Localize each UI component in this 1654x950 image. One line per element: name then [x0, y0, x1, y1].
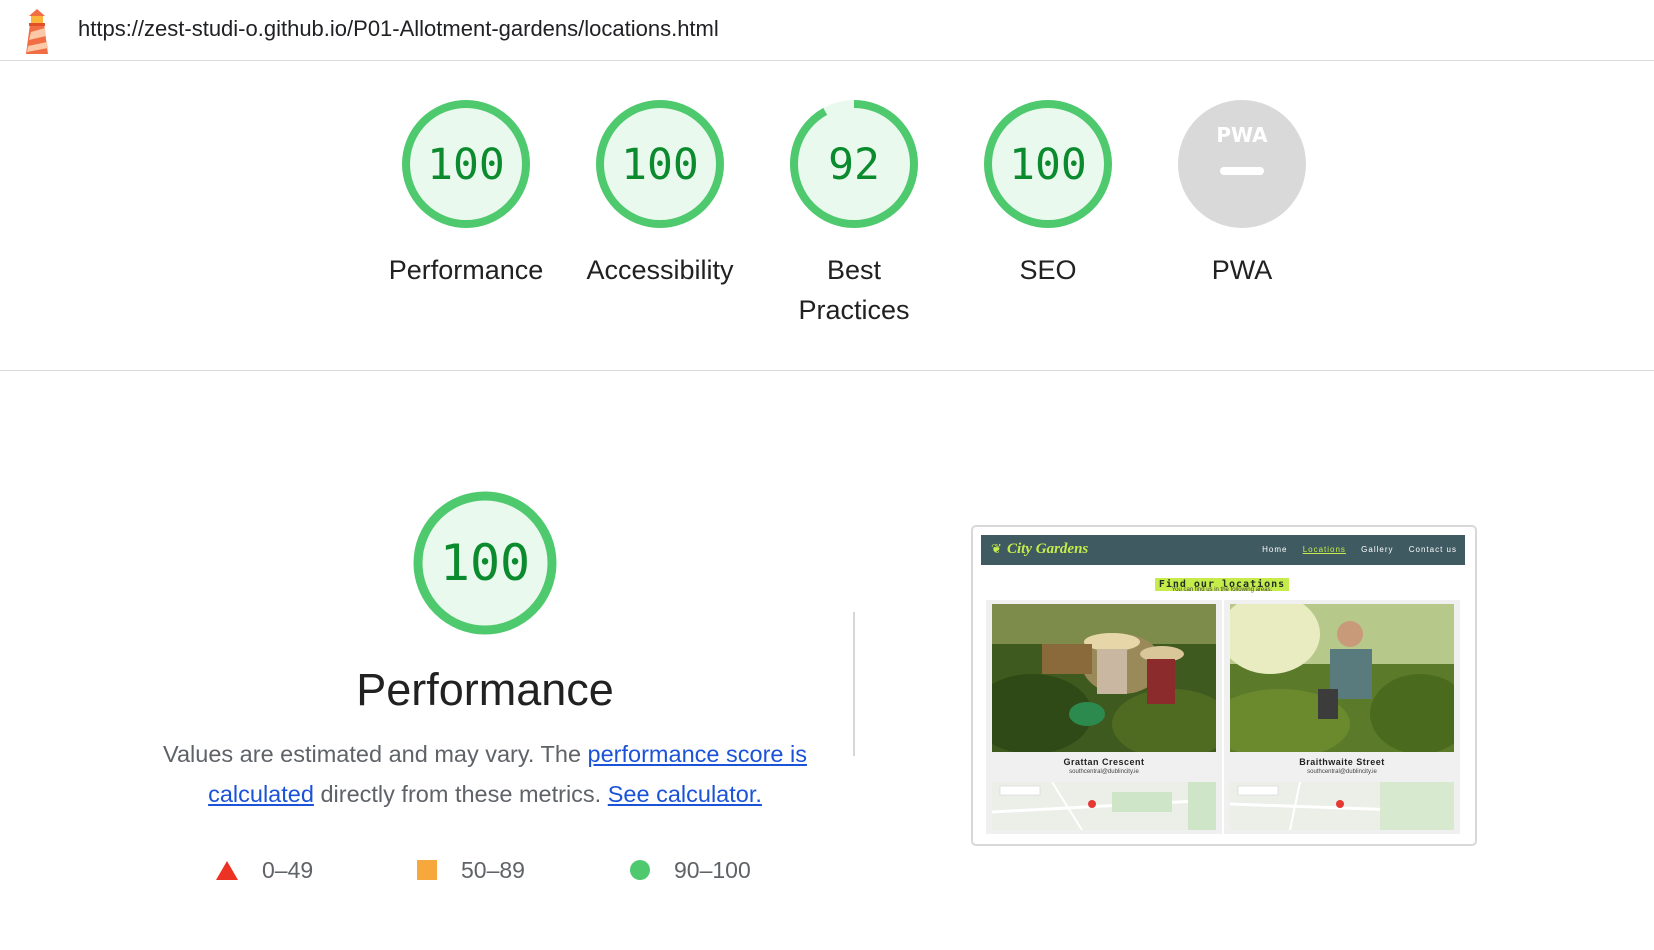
performance-description: Values are estimated and may vary. The p… — [163, 741, 807, 807]
score-ring: 92 — [790, 100, 918, 228]
gauge-best-practices[interactable]: 92 Best Practices — [757, 98, 951, 330]
nav-contact: Contact us — [1408, 545, 1457, 554]
pwa-badge: PWA — [1178, 100, 1306, 228]
location-map — [992, 782, 1216, 830]
performance-gauge: 100 — [413, 491, 557, 635]
location-card: Braithwaite Street southcentral@dublinci… — [1224, 600, 1460, 834]
lighthouse-icon — [26, 9, 48, 54]
pwa-badge-text: PWA — [1216, 123, 1268, 147]
site-subheading: You can find us in the following areas: — [1171, 587, 1273, 593]
legend-average: 50–89 — [417, 852, 525, 888]
legend-range: 50–89 — [461, 856, 525, 883]
gauge-label: PWA — [1211, 255, 1273, 285]
site-nav-links: Home Locations Gallery Contact us — [1250, 545, 1457, 554]
location-map — [1230, 782, 1454, 830]
location-card: Grattan Crescent southcentral@dublincity… — [986, 600, 1222, 834]
legend-range: 90–100 — [674, 856, 751, 883]
legend-pass: 90–100 — [630, 852, 751, 888]
section-divider — [853, 612, 855, 756]
pwa-dash-icon — [1220, 167, 1264, 175]
score-value: 92 — [828, 140, 880, 190]
score-value: 100 — [440, 534, 530, 592]
nav-gallery: Gallery — [1361, 545, 1394, 554]
location-name: Grattan Crescent — [1063, 757, 1145, 767]
gauge-label: SEO — [1019, 255, 1077, 285]
nav-locations: Locations — [1302, 545, 1346, 554]
see-calculator-link[interactable]: See calculator. — [608, 781, 762, 807]
red-triangle-icon — [216, 860, 238, 880]
score-legend: 0–49 50–89 90–100 — [200, 852, 800, 892]
site-brand: City Gardens — [1007, 541, 1089, 557]
score-value: 100 — [1009, 140, 1087, 190]
gauge-label: Accessibility — [586, 255, 734, 285]
gauge-label: Performance — [388, 255, 544, 285]
final-screenshot[interactable]: ❦ City Gardens Home Locations Gallery Co… — [971, 525, 1477, 846]
page-url[interactable]: https://zest-studi-o.github.io/P01-Allot… — [78, 16, 719, 42]
orange-square-icon — [417, 860, 437, 880]
score-ring: 100 — [596, 100, 724, 228]
location-name: Braithwaite Street — [1299, 757, 1385, 767]
site-navbar: ❦ City Gardens Home Locations Gallery Co… — [981, 535, 1465, 565]
legend-fail: 0–49 — [216, 852, 313, 888]
nav-home: Home — [1262, 545, 1288, 554]
green-circle-icon — [630, 860, 650, 880]
location-email: southcentral@dublincity.ie — [1069, 769, 1139, 775]
score-ring: 100 — [402, 100, 530, 228]
legend-range: 0–49 — [262, 856, 314, 883]
garden-photo — [1230, 604, 1454, 752]
gauge-accessibility[interactable]: 100 Accessibility — [563, 98, 757, 290]
gauge-seo[interactable]: 100 SEO — [951, 98, 1145, 290]
performance-title: Performance — [356, 664, 614, 715]
score-value: 100 — [427, 140, 505, 190]
gauge-performance[interactable]: 100 Performance — [369, 98, 563, 290]
garden-photo — [992, 604, 1216, 752]
score-ring: 100 — [984, 100, 1112, 228]
score-value: 100 — [621, 140, 699, 190]
report-header: https://zest-studi-o.github.io/P01-Allot… — [0, 0, 1654, 61]
category-gauges: 100 Performance 100 Accessibility 92 Bes… — [0, 60, 1654, 371]
gauge-pwa[interactable]: PWA PWA — [1145, 98, 1339, 290]
leaf-icon: ❦ — [991, 541, 1002, 556]
gauge-label: Best Practices — [798, 255, 910, 325]
performance-section: 100 Performance Values are estimated and… — [155, 490, 815, 814]
location-email: southcentral@dublincity.ie — [1307, 769, 1377, 775]
